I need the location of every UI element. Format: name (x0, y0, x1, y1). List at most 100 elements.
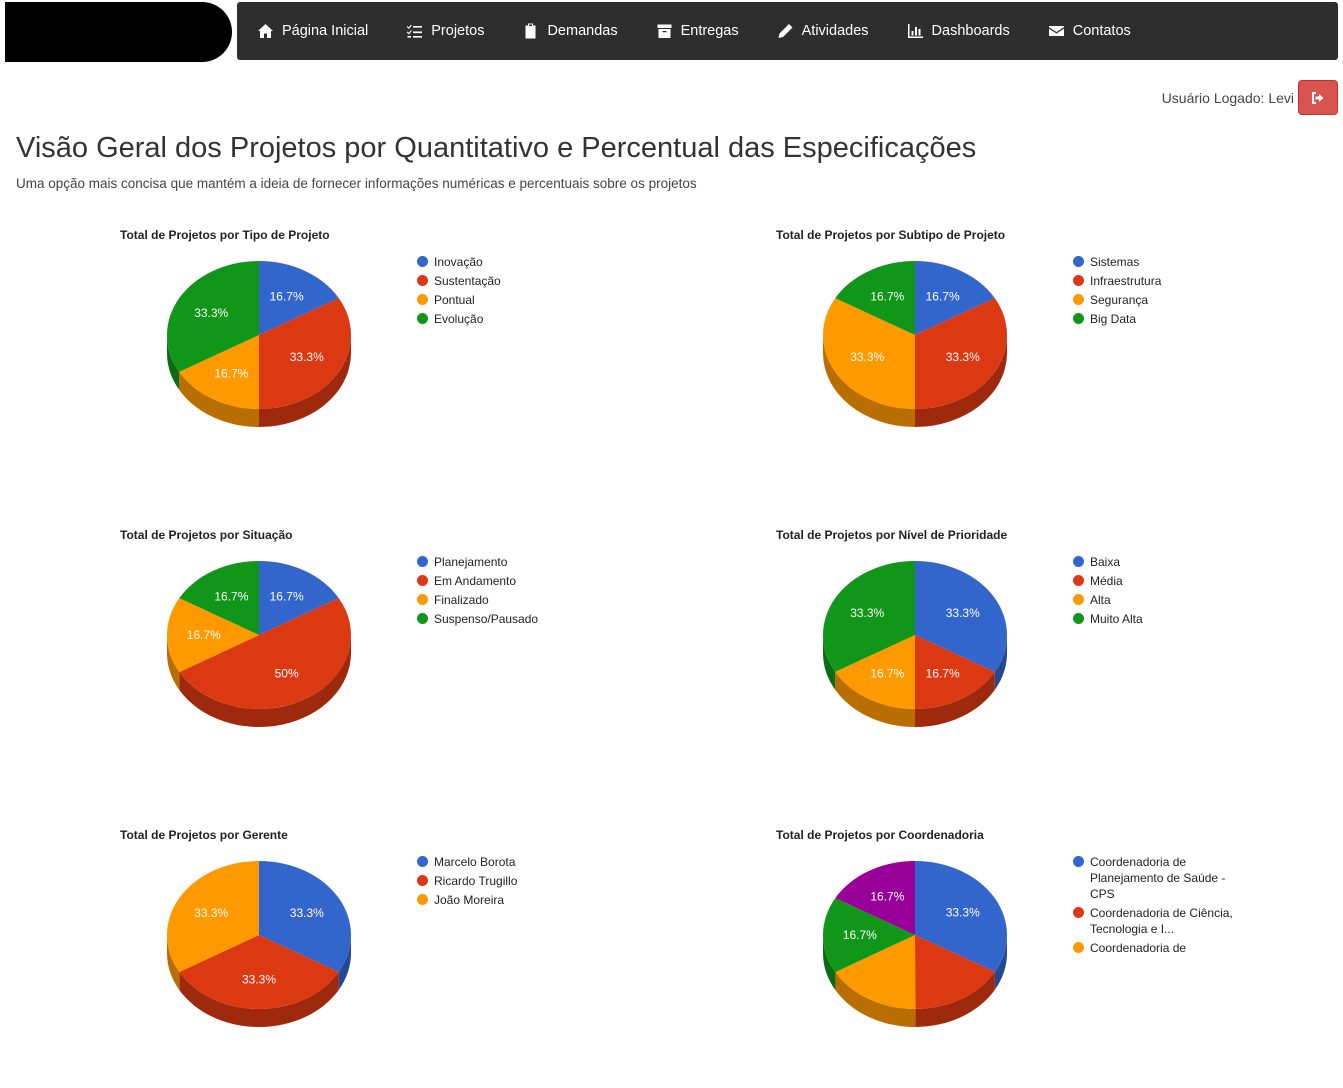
nav-label: Dashboards (931, 23, 1010, 39)
legend-label: Coordenadoria de Ciência, Tecnologia e I… (1090, 906, 1233, 936)
slice-label: 33.3% (194, 906, 228, 920)
legend-dot (417, 856, 428, 867)
chart-title: Total de Projetos por Nível de Prioridad… (776, 528, 1008, 542)
chart-legend: Sistemas Infraestrutura Segurança Big Data (1073, 254, 1243, 330)
legend-item[interactable]: Sustentação (417, 273, 587, 289)
legend-dot (1073, 575, 1084, 586)
legend-dot (1073, 556, 1084, 567)
chart-legend: Planejamento Em Andamento Finalizado Suspen… (417, 554, 587, 630)
nav-item-projetos[interactable]: Projetos (406, 23, 484, 39)
slice-label: 33.3% (290, 906, 324, 920)
logout-button[interactable] (1298, 80, 1338, 115)
legend-item[interactable]: Muito Alta (1073, 611, 1243, 627)
pencil-icon (777, 23, 794, 39)
archive-icon (656, 23, 673, 39)
legend-item[interactable]: Segurança (1073, 292, 1243, 308)
chart-legend: Coordenadoria de Planejamento de Saúde -… (1073, 854, 1243, 959)
chart-panel: Total de Projetos por Subtipo de Projeto… (776, 228, 1336, 488)
legend-label: Alta (1090, 593, 1111, 607)
legend-item[interactable]: Big Data (1073, 311, 1243, 327)
legend-dot (1073, 613, 1084, 624)
legend-dot (1073, 907, 1084, 918)
legend-dot (417, 594, 428, 605)
legend-item[interactable]: Coordenadoria de (1073, 940, 1243, 956)
nav-label: Atividades (801, 23, 869, 39)
chart-title: Total de Projetos por Subtipo de Projeto (776, 228, 1006, 242)
slice-label: 16.7% (270, 590, 304, 604)
nav-label: Projetos (431, 23, 485, 39)
legend-item[interactable]: Marcelo Borota (417, 854, 587, 870)
main-navbar: Página Inicial Projetos Demandas Entrega… (237, 2, 1338, 60)
user-bar: Usuário Logado: Levi (1162, 80, 1338, 115)
legend-item[interactable]: Infraestrutura (1073, 273, 1243, 289)
legend-dot (417, 575, 428, 586)
legend-label: Baixa (1090, 555, 1121, 569)
legend-dot (1073, 594, 1084, 605)
pie-chart: 33.3% 16.7% 16.7% 33.3% (823, 561, 1007, 727)
clipboard-icon (522, 23, 539, 39)
slice-label: 33.3% (946, 906, 980, 920)
slice-label: 33.3% (850, 606, 884, 620)
legend-item[interactable]: Finalizado (417, 592, 587, 608)
slice-label: 33.3% (946, 606, 980, 620)
legend-item[interactable]: Alta (1073, 592, 1243, 608)
legend-item[interactable]: Coordenadoria de Planejamento de Saúde -… (1073, 854, 1243, 902)
chart-title: Total de Projetos por Situação (120, 528, 293, 542)
legend-dot (417, 313, 428, 324)
legend-dot (417, 256, 428, 267)
legend-label: Inovação (434, 255, 483, 269)
legend-item[interactable]: Sistemas (1073, 254, 1243, 270)
legend-label: Big Data (1090, 312, 1137, 326)
legend-label: João Moreira (434, 893, 505, 907)
legend-dot (417, 294, 428, 305)
chart-legend: Inovação Sustentação Pontual Evolução (417, 254, 587, 330)
legend-label: Média (1090, 574, 1123, 588)
chart-panel: Total de Projetos por Gerente 33.3% 33.3% 3… (120, 828, 680, 1088)
nav-item-dashboards[interactable]: Dashboards (907, 23, 1010, 39)
legend-item[interactable]: Suspenso/Pausado (417, 611, 587, 627)
nav-item-pagina-inicial[interactable]: Página Inicial (257, 23, 368, 39)
logo[interactable] (5, 2, 232, 62)
nav-item-atividades[interactable]: Atividades (777, 23, 869, 39)
pie-chart: 16.7% 50% 16.7% 16.7% (167, 561, 351, 727)
tasks-icon (406, 23, 423, 39)
nav-item-demandas[interactable]: Demandas (522, 23, 618, 39)
legend-dot (417, 556, 428, 567)
slice-label: 16.7% (926, 666, 960, 680)
legend-label: Coordenadoria de (1090, 941, 1187, 955)
nav-item-entregas[interactable]: Entregas (656, 23, 739, 39)
chart-legend: Baixa Média Alta Muito Alta (1073, 554, 1243, 630)
legend-item[interactable]: Planejamento (417, 554, 587, 570)
legend-label: Marcelo Borota (434, 855, 516, 869)
legend-label: Pontual (434, 293, 475, 307)
legend-item[interactable]: Em Andamento (417, 573, 587, 589)
legend-label: Em Andamento (434, 574, 517, 588)
slice-label: 50% (275, 666, 299, 680)
nav-label: Entregas (680, 23, 739, 39)
legend-item[interactable]: Pontual (417, 292, 587, 308)
legend-item[interactable]: Coordenadoria de Ciência, Tecnologia e I… (1073, 905, 1243, 937)
chart-title: Total de Projetos por Gerente (120, 828, 288, 842)
page-title: Visão Geral dos Projetos por Quantitativ… (16, 132, 977, 164)
legend-label: Coordenadoria de Planejamento de Saúde -… (1090, 855, 1226, 901)
legend-dot (417, 894, 428, 905)
legend-label: Finalizado (434, 593, 489, 607)
nav-item-contatos[interactable]: Contatos (1048, 23, 1131, 39)
slice-label: 16.7% (870, 890, 904, 904)
legend-item[interactable]: Média (1073, 573, 1243, 589)
slice-label: 16.7% (870, 666, 904, 680)
logged-user-label: Usuário Logado: Levi (1161, 89, 1294, 106)
slice-label: 33.3% (290, 350, 324, 364)
page-subtitle: Uma opção mais concisa que mantém a idei… (16, 176, 697, 191)
bar-chart-icon (907, 23, 924, 39)
legend-item[interactable]: Baixa (1073, 554, 1243, 570)
legend-item[interactable]: Ricardo Trugillo (417, 873, 587, 889)
legend-item[interactable]: João Moreira (417, 892, 587, 908)
legend-dot (1073, 856, 1084, 867)
slice-label: 33.3% (194, 306, 228, 320)
pie-chart: 33.3% 33.3% 33.3% (167, 861, 351, 1027)
nav-label: Demandas (547, 23, 618, 39)
legend-item[interactable]: Inovação (417, 254, 587, 270)
legend-item[interactable]: Evolução (417, 311, 587, 327)
legend-label: Sustentação (434, 274, 501, 288)
